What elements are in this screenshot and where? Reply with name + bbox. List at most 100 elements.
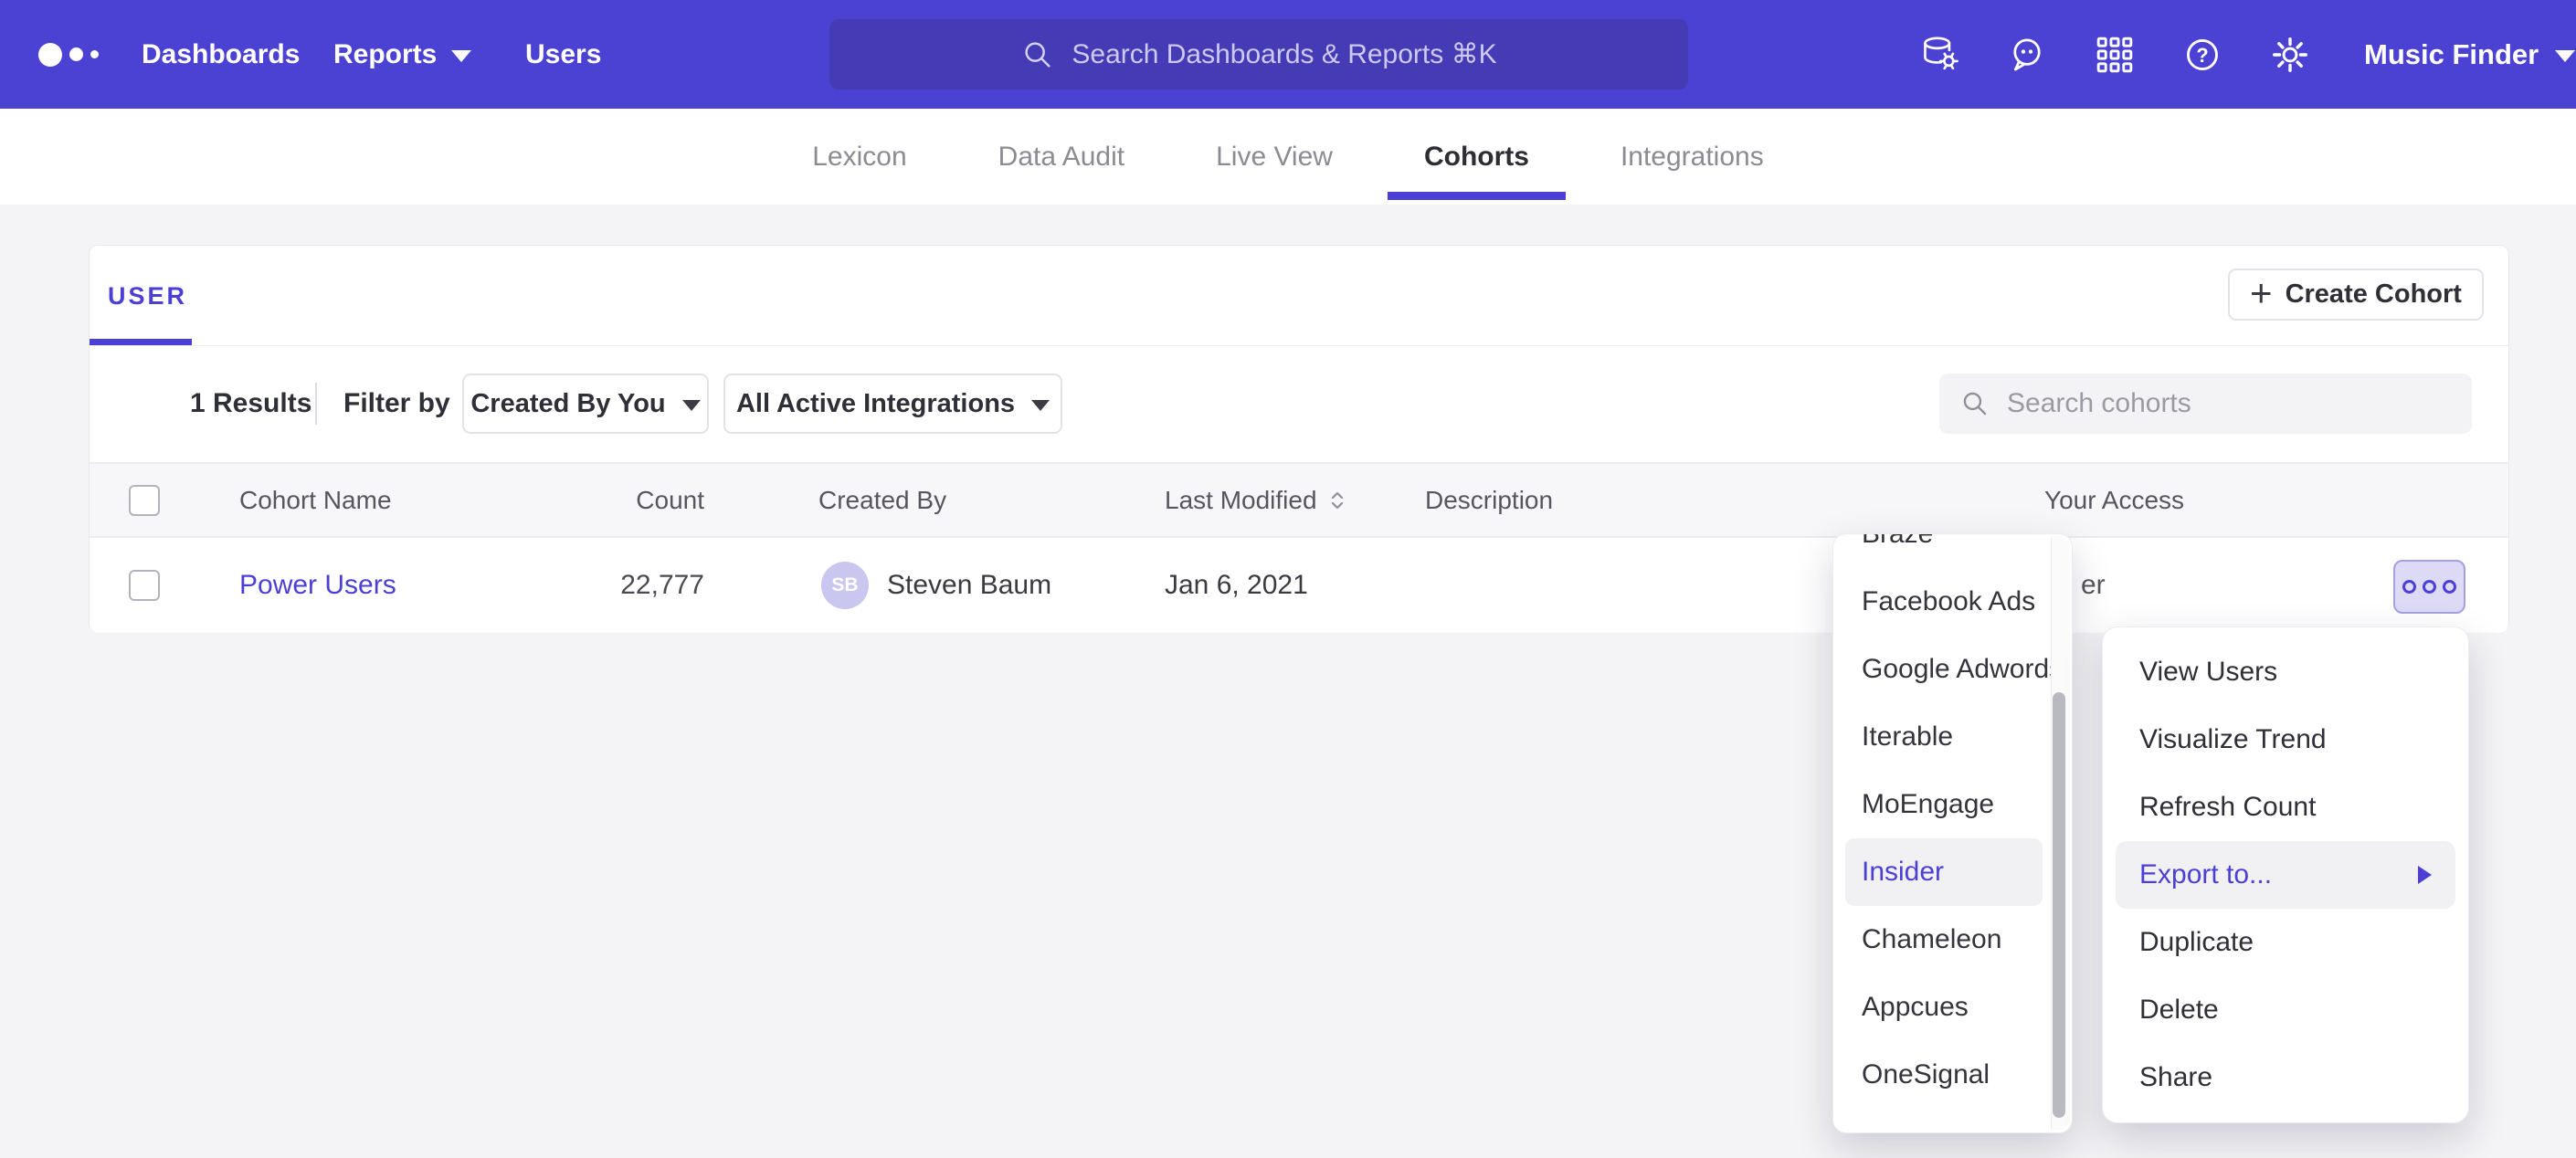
tab-live-view-label: Live View xyxy=(1216,142,1333,173)
logo-dot-large xyxy=(38,43,62,67)
project-switcher[interactable]: Music Finder xyxy=(2364,0,2575,109)
column-header-last-modified[interactable]: Last Modified xyxy=(1165,464,1346,536)
nav-dashboards-label: Dashboards xyxy=(142,39,300,70)
cohort-count: 22,777 xyxy=(528,538,704,633)
mixpanel-logo[interactable] xyxy=(38,0,99,109)
submenu-scrollbar-thumb[interactable] xyxy=(2053,692,2065,1118)
table-row: Power Users 22,777 SB Steven Baum Jan 6,… xyxy=(90,538,2508,633)
feedback-icon[interactable] xyxy=(2006,34,2048,76)
column-header-count: Count xyxy=(528,464,704,536)
menu-item-export-to[interactable]: Export to... xyxy=(2116,841,2455,909)
menu-item-refresh-count[interactable]: Refresh Count xyxy=(2116,774,2455,841)
data-management-subnav: Lexicon Data Audit Live View Cohorts Int… xyxy=(0,109,2576,205)
row-context-menu: View Users Visualize Trend Refresh Count… xyxy=(2103,627,2468,1122)
tab-cohorts[interactable]: Cohorts xyxy=(1424,109,1529,205)
data-settings-icon[interactable] xyxy=(1918,34,1960,76)
chevron-down-icon xyxy=(682,400,701,411)
chevron-down-icon xyxy=(451,50,471,62)
cohort-name-link[interactable]: Power Users xyxy=(239,538,396,633)
tab-data-audit[interactable]: Data Audit xyxy=(998,109,1124,205)
row-more-actions-button[interactable] xyxy=(2393,560,2465,614)
sort-icon xyxy=(1328,490,1346,511)
top-navbar: Dashboards Reports Users Search Dashboar… xyxy=(0,0,2576,109)
created-by-filter-value: Created By You xyxy=(470,389,665,419)
column-header-created-by: Created By xyxy=(818,464,946,536)
navbar-icon-group: ? xyxy=(1918,0,2311,109)
global-search-input[interactable]: Search Dashboards & Reports ⌘K xyxy=(829,19,1688,89)
submenu-item-braze[interactable]: Braze xyxy=(1845,534,2043,568)
chevron-down-icon xyxy=(1031,400,1050,411)
help-icon[interactable]: ? xyxy=(2181,34,2223,76)
export-destinations-list: Braze Facebook Ads Google Adwords Iterab… xyxy=(1833,534,2072,1109)
divider xyxy=(90,345,2508,346)
divider xyxy=(315,383,317,425)
submenu-item-google-adwords[interactable]: Google Adwords xyxy=(1845,636,2043,703)
project-name: Music Finder xyxy=(2364,38,2539,71)
settings-gear-icon[interactable] xyxy=(2269,34,2311,76)
submenu-item-onesignal[interactable]: OneSignal xyxy=(1845,1041,2043,1109)
integrations-filter-value: All Active Integrations xyxy=(736,389,1015,419)
app: Dashboards Reports Users Search Dashboar… xyxy=(0,0,2576,1158)
submenu-item-moengage[interactable]: MoEngage xyxy=(1845,771,2043,838)
nav-users-label: Users xyxy=(525,39,601,70)
submenu-item-chameleon[interactable]: Chameleon xyxy=(1845,906,2043,974)
cohort-table-header: Cohort Name Count Created By Last Modifi… xyxy=(90,462,2508,538)
logo-dot-small xyxy=(90,50,99,58)
menu-item-visualize-trend[interactable]: Visualize Trend xyxy=(2116,706,2455,774)
menu-item-delete[interactable]: Delete xyxy=(2116,976,2455,1044)
tab-lexicon[interactable]: Lexicon xyxy=(812,109,906,205)
tab-integrations-label: Integrations xyxy=(1621,142,1764,173)
tab-data-audit-label: Data Audit xyxy=(998,142,1124,173)
search-icon xyxy=(1020,37,1055,72)
tab-user-cohorts[interactable]: USER xyxy=(108,282,187,311)
row-context-menu-list: View Users Visualize Trend Refresh Count… xyxy=(2103,638,2468,1111)
export-to-label: Export to... xyxy=(2139,859,2272,890)
column-header-description: Description xyxy=(1425,464,1553,536)
apps-grid-icon[interactable] xyxy=(2094,34,2136,76)
cohort-search-box xyxy=(1939,374,2472,434)
row-checkbox[interactable] xyxy=(129,570,160,601)
tab-lexicon-label: Lexicon xyxy=(812,142,906,173)
submenu-item-appcues[interactable]: Appcues xyxy=(1845,974,2043,1041)
tab-cohorts-label: Cohorts xyxy=(1424,142,1529,173)
submenu-item-insider[interactable]: Insider xyxy=(1845,838,2043,906)
last-modified-date: Jan 6, 2021 xyxy=(1165,538,1308,633)
chevron-down-icon xyxy=(2555,50,2575,62)
dot-icon xyxy=(2423,580,2436,594)
dot-icon xyxy=(2402,580,2416,594)
menu-item-view-users[interactable]: View Users xyxy=(2116,638,2455,706)
results-count: 1 Results xyxy=(190,374,311,434)
cohorts-card: USER + Create Cohort 1 Results Filter by… xyxy=(89,245,2509,632)
submenu-item-iterable[interactable]: Iterable xyxy=(1845,703,2043,771)
create-cohort-label: Create Cohort xyxy=(2286,279,2462,310)
tab-user-underline xyxy=(90,339,192,345)
created-by-filter-dropdown[interactable]: Created By You xyxy=(462,374,709,434)
submenu-item-facebook-ads[interactable]: Facebook Ads xyxy=(1845,568,2043,636)
created-by-name: Steven Baum xyxy=(887,538,1051,633)
column-header-your-access: Your Access xyxy=(2044,464,2184,536)
your-access-value-partially-occluded: er xyxy=(2081,538,2106,633)
menu-item-share[interactable]: Share xyxy=(2116,1044,2455,1111)
dot-icon xyxy=(2443,580,2456,594)
avatar: SB xyxy=(821,562,869,609)
nav-users[interactable]: Users xyxy=(525,0,601,109)
svg-text:?: ? xyxy=(2196,44,2208,67)
cohort-search-input[interactable] xyxy=(2005,387,2452,420)
submenu-scrollbar-track[interactable] xyxy=(2051,537,2070,1130)
menu-item-duplicate[interactable]: Duplicate xyxy=(2116,909,2455,976)
integrations-filter-dropdown[interactable]: All Active Integrations xyxy=(723,374,1062,434)
select-all-checkbox[interactable] xyxy=(129,485,160,516)
tab-live-view[interactable]: Live View xyxy=(1216,109,1333,205)
global-search-placeholder: Search Dashboards & Reports ⌘K xyxy=(1072,38,1496,70)
nav-reports-label: Reports xyxy=(333,39,437,70)
nav-dashboards[interactable]: Dashboards xyxy=(142,0,300,109)
nav-reports[interactable]: Reports xyxy=(333,0,471,109)
last-modified-label: Last Modified xyxy=(1165,486,1317,515)
submenu-arrow-icon xyxy=(2418,866,2432,884)
tab-integrations[interactable]: Integrations xyxy=(1621,109,1764,205)
column-header-cohort-name: Cohort Name xyxy=(239,464,392,536)
logo-dot-medium xyxy=(69,47,83,61)
create-cohort-button[interactable]: + Create Cohort xyxy=(2228,268,2484,321)
export-destinations-submenu: Braze Facebook Ads Google Adwords Iterab… xyxy=(1833,534,2072,1132)
filter-by-label: Filter by xyxy=(343,374,450,434)
